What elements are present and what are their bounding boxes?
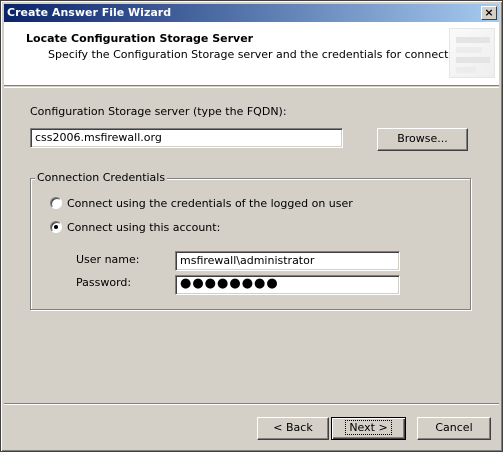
cancel-button[interactable]: Cancel bbox=[417, 417, 491, 440]
close-icon[interactable]: × bbox=[481, 6, 497, 20]
server-label: Configuration Storage server (type the F… bbox=[30, 105, 287, 118]
password-label: Password: bbox=[76, 276, 132, 289]
header-divider bbox=[4, 87, 499, 88]
page-title: Locate Configuration Storage Server bbox=[26, 32, 254, 45]
username-label: User name: bbox=[76, 253, 140, 266]
username-input[interactable]: msfirewall\administrator bbox=[175, 251, 400, 271]
back-button[interactable]: < Back bbox=[257, 417, 329, 440]
password-input[interactable]: ●●●●●●●● bbox=[175, 275, 400, 295]
server-input[interactable]: css2006.msfirewall.org bbox=[30, 128, 343, 148]
wizard-header: Locate Configuration Storage Server Spec… bbox=[4, 22, 499, 86]
browse-button[interactable]: Browse... bbox=[377, 128, 468, 151]
radio-this-account-label[interactable]: Connect using this account: bbox=[67, 221, 220, 234]
cancel-button-label: Cancel bbox=[435, 421, 473, 434]
wizard-window: Create Answer File Wizard × Locate Confi… bbox=[0, 0, 503, 452]
next-button-label: Next > bbox=[345, 420, 392, 435]
wizard-graphic-icon bbox=[449, 28, 495, 78]
group-title: Connection Credentials bbox=[35, 171, 168, 184]
title-bar[interactable]: Create Answer File Wizard × bbox=[4, 4, 499, 22]
radio-logged-on-user-label[interactable]: Connect using the credentials of the log… bbox=[67, 197, 353, 210]
radio-this-account[interactable] bbox=[50, 221, 62, 233]
browse-button-label: Browse... bbox=[397, 132, 448, 145]
next-button[interactable]: Next > bbox=[331, 417, 406, 440]
back-button-label: < Back bbox=[273, 421, 313, 434]
window-title: Create Answer File Wizard bbox=[7, 6, 172, 19]
radio-logged-on-user[interactable] bbox=[50, 197, 62, 209]
page-subtitle: Specify the Configuration Storage server… bbox=[48, 48, 495, 61]
